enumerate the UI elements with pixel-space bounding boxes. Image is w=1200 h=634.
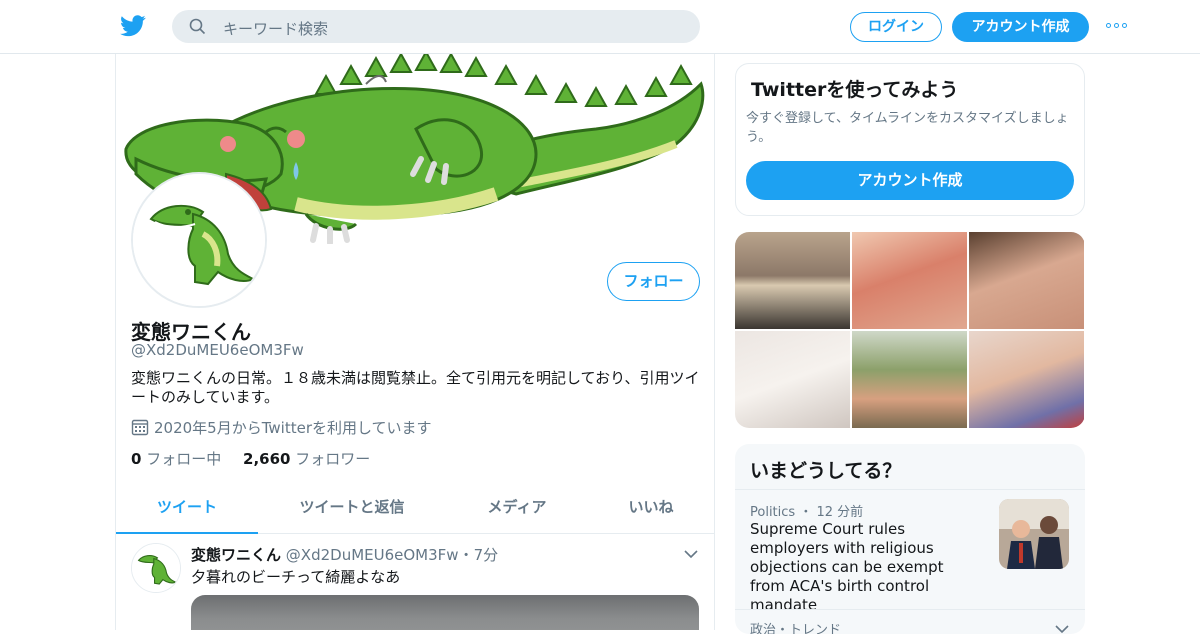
joined-text: 2020年5月からTwitterを利用しています (154, 419, 432, 437)
signup-card-title: Twitterを使ってみよう (751, 79, 959, 101)
tweet-item[interactable]: 変態ワニくん @Xd2DuMEU6eOM3Fw・7分 夕暮れのビーチって綺麗よな… (116, 535, 714, 630)
more-options-icon[interactable] (1106, 20, 1130, 32)
following-count: 0 (131, 450, 142, 468)
profile-avatar[interactable] (131, 172, 267, 308)
media-thumbnail[interactable] (852, 232, 967, 329)
followers-link[interactable]: 2,660 フォロワー (243, 450, 370, 468)
crocodile-avatar-image (133, 174, 265, 306)
trend-item-headline[interactable]: Supreme Court rules employers with relig… (750, 520, 980, 615)
followers-label: フォロワー (295, 450, 371, 468)
follow-stats: 0 フォロー中 2,660 フォロワー (131, 448, 370, 469)
media-grid (735, 232, 1085, 428)
tweet-author-name[interactable]: 変態ワニくん (191, 546, 281, 564)
search-icon (189, 18, 206, 35)
signup-button[interactable]: アカウント作成 (952, 12, 1089, 42)
chevron-down-icon[interactable] (684, 549, 698, 559)
signup-card-button[interactable]: アカウント作成 (746, 161, 1074, 200)
top-navigation-bar: キーワード検索 ログイン アカウント作成 (0, 0, 1200, 54)
twitter-bird-icon[interactable] (120, 14, 146, 38)
search-box[interactable]: キーワード検索 (172, 10, 700, 43)
chevron-down-icon[interactable] (1055, 624, 1069, 634)
tweet-media-image[interactable] (191, 595, 699, 630)
media-thumbnail[interactable] (735, 331, 850, 428)
tweet-header: 変態ワニくん @Xd2DuMEU6eOM3Fw・7分 (191, 544, 498, 565)
tweet-author-handle[interactable]: @Xd2DuMEU6eOM3Fw (286, 546, 459, 564)
media-thumbnail[interactable] (969, 232, 1084, 329)
followers-count: 2,660 (243, 450, 291, 468)
trends-divider (735, 609, 1085, 610)
tab-tweets-and-replies[interactable]: ツイートと返信 (258, 484, 446, 534)
trend-item-image[interactable] (999, 499, 1069, 569)
signup-card: Twitterを使ってみよう 今すぐ登録して、タイムラインをカスタマイズしましょ… (735, 63, 1085, 216)
tab-likes[interactable]: いいね (588, 484, 714, 534)
profile-handle[interactable]: @Xd2DuMEU6eOM3Fw (131, 341, 304, 359)
media-thumbnail[interactable] (969, 331, 1084, 428)
media-thumbnail[interactable] (735, 232, 850, 329)
following-link[interactable]: 0 フォロー中 (131, 450, 221, 468)
tab-media[interactable]: メディア (446, 484, 588, 534)
trend-item-meta: Politics ・ 12 分前 (750, 505, 864, 520)
following-label: フォロー中 (146, 450, 222, 468)
tab-tweets[interactable]: ツイート (116, 484, 258, 534)
tweet-time[interactable]: 7分 (474, 546, 499, 564)
calendar-icon (131, 419, 149, 436)
login-button[interactable]: ログイン (850, 12, 942, 42)
tweet-text: 夕暮れのビーチって綺麗よなあ (191, 568, 401, 586)
signup-card-description: 今すぐ登録して、タイムラインをカスタマイズしましょう。 (746, 111, 1069, 145)
follow-button[interactable]: フォロー (607, 262, 700, 301)
media-thumbnail[interactable] (852, 331, 967, 428)
tweet-avatar[interactable] (131, 543, 181, 593)
tweet-separator: ・ (458, 546, 474, 564)
profile-column: フォロー 変態ワニくん @Xd2DuMEU6eOM3Fw 変態ワニくんの日常。１… (115, 54, 715, 630)
trends-title: いまどうしてる？ (750, 460, 902, 482)
joined-date: 2020年5月からTwitterを利用しています (131, 417, 432, 438)
trend-thumbnail-photo (999, 499, 1069, 569)
search-placeholder: キーワード検索 (223, 20, 329, 38)
profile-bio: 変態ワニくんの日常。１８歳未満は閲覧禁止。全て引用元を明記しており、引用ツイート… (131, 369, 700, 406)
crocodile-avatar-image (132, 544, 180, 592)
trends-divider (735, 489, 1085, 490)
trend-item-2-meta: 政治・トレンド (750, 623, 842, 634)
trends-panel: いまどうしてる？ Politics ・ 12 分前 Supreme Court … (735, 444, 1085, 634)
profile-tabs: ツイート ツイートと返信 メディア いいね (116, 484, 714, 534)
